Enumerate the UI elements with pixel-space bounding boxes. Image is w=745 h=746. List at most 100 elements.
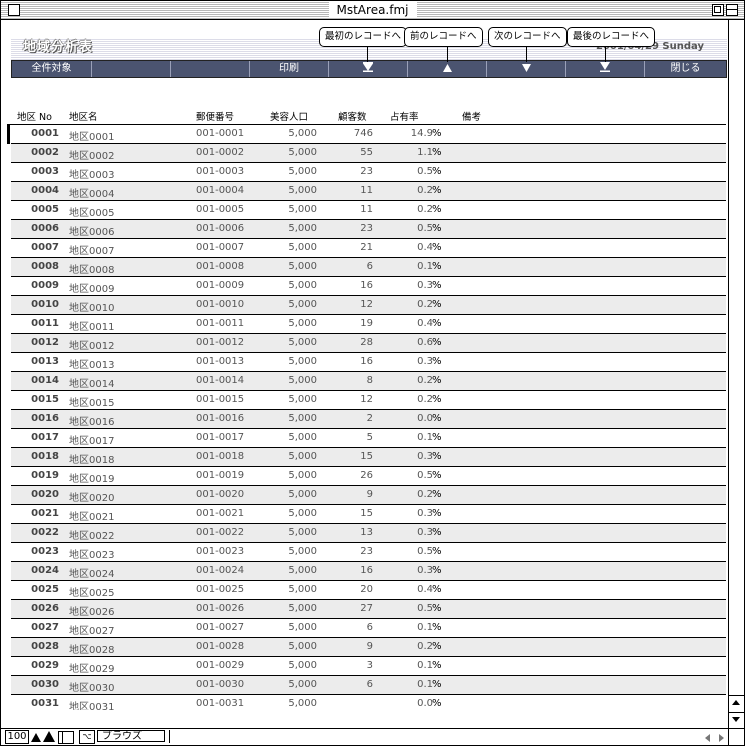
cell-area-no: 0012	[31, 337, 59, 348]
cell-postal-code: 001-0013	[196, 356, 245, 367]
close-button[interactable]: 閉じる	[645, 61, 726, 77]
cell-postal-code: 001-0003	[196, 166, 245, 177]
cell-area-name: 地区0021	[69, 512, 115, 523]
first-record-button[interactable]	[329, 61, 408, 77]
status-area-toggle-icon[interactable]	[58, 731, 74, 744]
table-row[interactable]: 0008 地区0008 001-0008 5,000 6 0.1%	[11, 258, 726, 277]
prev-record-button[interactable]	[408, 61, 487, 77]
cell-area-name: 地区0015	[69, 398, 115, 409]
cell-postal-code: 001-0017	[196, 432, 245, 443]
collapse-box-icon[interactable]	[726, 4, 738, 16]
table-row[interactable]: 0005 地区0005 001-0005 5,000 11 0.2%	[11, 201, 726, 220]
vertical-scrollbar[interactable]	[728, 20, 744, 729]
table-row[interactable]: 0003 地区0003 001-0003 5,000 23 0.5%	[11, 163, 726, 182]
cell-postal-code: 001-0012	[196, 337, 245, 348]
cell-percent-symbol: %	[432, 584, 442, 595]
next-record-button[interactable]	[487, 61, 566, 77]
cell-postal-code: 001-0024	[196, 565, 245, 576]
close-box-icon[interactable]	[8, 4, 20, 16]
table-row[interactable]: 0010 地区0010 001-0010 5,000 12 0.2%	[11, 296, 726, 315]
cell-percent-symbol: %	[432, 527, 442, 538]
scroll-up-button[interactable]	[729, 695, 744, 710]
table-row[interactable]: 0025 地区0025 001-0025 5,000 20 0.4%	[11, 581, 726, 600]
last-record-button[interactable]	[566, 61, 645, 77]
cell-share: 0.3	[417, 527, 433, 538]
table-row[interactable]: 0014 地区0014 001-0014 5,000 8 0.2%	[11, 372, 726, 391]
cell-area-name: 地区0004	[69, 189, 115, 200]
scroll-down-button[interactable]	[729, 712, 744, 727]
table-row[interactable]: 0029 地区0029 001-0029 5,000 3 0.1%	[11, 657, 726, 676]
table-row[interactable]: 0009 地区0009 001-0009 5,000 16 0.3%	[11, 277, 726, 296]
toolbar-blank-button-2[interactable]	[171, 61, 250, 77]
zoom-box-icon[interactable]	[712, 4, 724, 16]
table-row[interactable]: 0016 地区0016 001-0016 5,000 2 0.0%	[11, 410, 726, 429]
table-row[interactable]: 0022 地区0022 001-0022 5,000 13 0.3%	[11, 524, 726, 543]
cell-postal-code: 001-0016	[196, 413, 245, 424]
print-button[interactable]: 印刷	[250, 61, 329, 77]
cell-population: 5,000	[288, 698, 317, 709]
table-row[interactable]: 0012 地区0012 001-0012 5,000 28 0.6%	[11, 334, 726, 353]
table-row[interactable]: 0007 地区0007 001-0007 5,000 21 0.4%	[11, 239, 726, 258]
cell-area-no: 0004	[31, 185, 59, 196]
cell-customers: 8	[366, 375, 373, 386]
cell-area-no: 0011	[31, 318, 59, 329]
cell-population: 5,000	[288, 204, 317, 215]
horizontal-scrollbar[interactable]	[169, 730, 728, 743]
cell-area-name: 地区0019	[69, 474, 115, 485]
scroll-down-icon	[732, 717, 740, 722]
table-row[interactable]: 0017 地区0017 001-0017 5,000 5 0.1%	[11, 429, 726, 448]
cell-share: 0.4	[417, 318, 433, 329]
zoom-out-icon[interactable]	[31, 733, 41, 742]
title-bar[interactable]: MstArea.fmj	[1, 1, 744, 20]
cell-population: 5,000	[288, 641, 317, 652]
table-row[interactable]: 0018 地区0018 001-0018 5,000 15 0.3%	[11, 448, 726, 467]
cell-share: 0.5	[417, 166, 433, 177]
cell-area-no: 0014	[31, 375, 59, 386]
toolbar-blank-button-1[interactable]	[92, 61, 171, 77]
cell-area-no: 0018	[31, 451, 59, 462]
table-row[interactable]: 0001 地区0001 001-0001 5,000 746 14.9%	[11, 125, 726, 144]
cell-population: 5,000	[288, 413, 317, 424]
cell-area-no: 0029	[31, 660, 59, 671]
cell-population: 5,000	[288, 603, 317, 614]
resize-grip[interactable]	[728, 729, 744, 745]
cell-area-no: 0006	[31, 223, 59, 234]
cell-customers: 11	[360, 204, 373, 215]
cell-area-no: 0019	[31, 470, 59, 481]
cell-customers: 26	[360, 470, 373, 481]
table-row[interactable]: 0021 地区0021 001-0021 5,000 15 0.3%	[11, 505, 726, 524]
table-row[interactable]: 0013 地区0013 001-0013 5,000 16 0.3%	[11, 353, 726, 372]
zoom-in-icon[interactable]	[43, 731, 55, 742]
table-row[interactable]: 0030 地区0030 001-0030 5,000 6 0.1%	[11, 676, 726, 695]
table-row[interactable]: 0002 地区0002 001-0002 5,000 55 1.1%	[11, 144, 726, 163]
cell-population: 5,000	[288, 223, 317, 234]
scroll-left-icon[interactable]	[705, 734, 710, 742]
scroll-right-icon[interactable]	[719, 734, 724, 742]
cell-postal-code: 001-0027	[196, 622, 245, 633]
table-row[interactable]: 0019 地区0019 001-0019 5,000 26 0.5%	[11, 467, 726, 486]
table-row[interactable]: 0020 地区0020 001-0020 5,000 9 0.2%	[11, 486, 726, 505]
table-row[interactable]: 0026 地区0026 001-0026 5,000 27 0.5%	[11, 600, 726, 619]
table-row[interactable]: 0011 地区0011 001-0011 5,000 19 0.4%	[11, 315, 726, 334]
cell-area-name: 地区0010	[69, 303, 115, 314]
table-row[interactable]: 0015 地区0015 001-0015 5,000 12 0.2%	[11, 391, 726, 410]
table-row[interactable]: 0023 地区0023 001-0023 5,000 23 0.5%	[11, 543, 726, 562]
cell-area-no: 0026	[31, 603, 59, 614]
cell-percent-symbol: %	[432, 679, 442, 690]
cell-postal-code: 001-0028	[196, 641, 245, 652]
cell-percent-symbol: %	[432, 128, 442, 139]
table-row[interactable]: 0027 地区0027 001-0027 5,000 6 0.1%	[11, 619, 726, 638]
table-row[interactable]: 0024 地区0024 001-0024 5,000 16 0.3%	[11, 562, 726, 581]
table-row[interactable]: 0028 地区0028 001-0028 5,000 9 0.2%	[11, 638, 726, 657]
zoom-level[interactable]: 100	[5, 730, 29, 744]
cell-customers: 9	[366, 641, 373, 652]
table-row[interactable]: 0006 地区0006 001-0006 5,000 23 0.5%	[11, 220, 726, 239]
mode-popup[interactable]: ブラウズ	[97, 730, 165, 742]
table-row[interactable]: 0004 地区0004 001-0004 5,000 11 0.2%	[11, 182, 726, 201]
cell-percent-symbol: %	[432, 147, 442, 158]
cell-postal-code: 001-0015	[196, 394, 245, 405]
all-records-button[interactable]: 全件対象	[12, 61, 92, 77]
mode-icon[interactable]: ⌥	[79, 730, 95, 744]
cell-population: 5,000	[288, 432, 317, 443]
table-row[interactable]: 0031 地区0031 001-0031 5,000 0.0%	[11, 695, 726, 710]
